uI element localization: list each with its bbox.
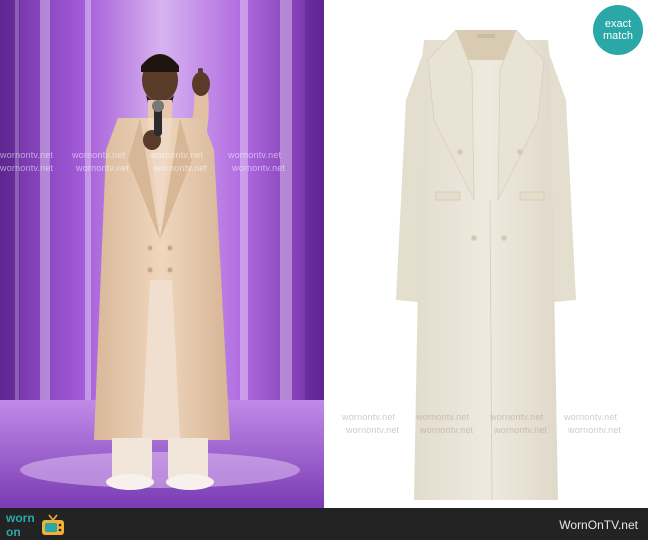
watermark-text: wornontv.net [342, 412, 396, 422]
product-photo: wornontv.net wornontv.net wornontv.net w… [324, 0, 648, 508]
watermark-text: wornontv.net [494, 425, 548, 435]
badge-line2: match [603, 30, 633, 42]
exact-match-badge: exact match [593, 5, 643, 55]
watermark-text: wornontv.net [568, 425, 622, 435]
logo-word-on: on [6, 525, 21, 539]
watermark-text: wornontv.net [72, 150, 126, 160]
watermark-text: wornontv.net [420, 425, 474, 435]
watermark-text: wornontv.net [228, 150, 282, 160]
watermark-text: wornontv.net [416, 412, 470, 422]
badge-line1: exact [604, 18, 632, 30]
performer-photo: wornontv.net wornontv.net wornontv.net w… [0, 0, 324, 508]
stage-scene [0, 0, 324, 508]
brand-logo[interactable]: worn on [4, 510, 86, 540]
watermark-text: wornontv.net [564, 412, 618, 422]
watermark-text: wornontv.net [150, 150, 204, 160]
watermark-text: wornontv.net [0, 163, 54, 173]
watermark-text: wornontv.net [154, 163, 208, 173]
footer-credit[interactable]: WornOnTV.net [559, 518, 638, 532]
watermark-text: wornontv.net [76, 163, 130, 173]
watermark-text: wornontv.net [346, 425, 400, 435]
footer-bar: worn on WornOnTV.net [0, 508, 648, 540]
watermark-text: wornontv.net [232, 163, 286, 173]
watermark-text: wornontv.net [0, 150, 54, 160]
tv-icon [42, 514, 64, 535]
watermark-text: wornontv.net [490, 412, 544, 422]
logo-word-worn: worn [6, 511, 35, 525]
